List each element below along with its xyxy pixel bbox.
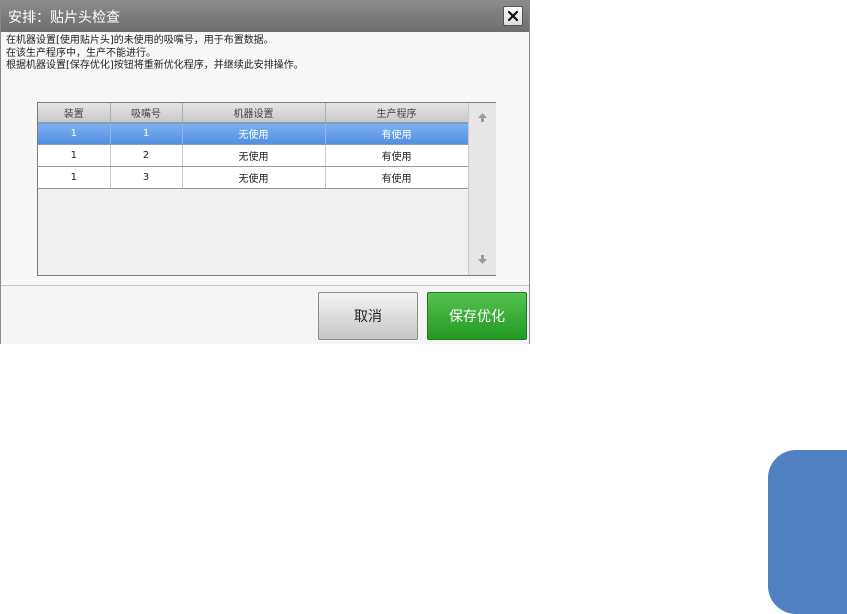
message-line: 在该生产程序中，生产不能进行。	[6, 47, 156, 59]
column-header-machine-setting[interactable]: 机器设置	[182, 103, 326, 123]
column-header-device[interactable]: 装置	[38, 103, 111, 123]
cell-nozzle-no: 3	[110, 166, 183, 189]
cell-device: 1	[38, 122, 111, 145]
message-line: 根据机器设置[保存优化]按钮将重新优化程序，并继续此安排操作。	[6, 60, 304, 71]
arrow-up-icon	[478, 112, 487, 122]
column-header-nozzle-no[interactable]: 吸嘴号	[110, 103, 183, 123]
table-row[interactable]: 1 2 无使用 有使用	[38, 144, 469, 167]
cell-device: 1	[38, 166, 111, 189]
scroll-up-button[interactable]	[469, 105, 496, 129]
dialog-footer: 取消 保存优化	[1, 285, 529, 344]
cell-production-program: 有使用	[325, 122, 469, 145]
cell-production-program: 有使用	[325, 166, 469, 189]
cell-nozzle-no: 2	[110, 144, 183, 167]
cell-nozzle-no: 1	[110, 122, 183, 145]
message-line: 在机器设置[使用贴片头]的未使用的吸嘴号，用于布置数据。	[6, 35, 274, 46]
cancel-button[interactable]: 取消	[318, 292, 418, 340]
cell-machine-setting: 无使用	[182, 166, 326, 189]
table-header-row: 装置 吸嘴号 机器设置 生产程序	[38, 103, 469, 123]
dialog-title: 安排：贴片头检查	[8, 10, 120, 26]
close-button[interactable]	[503, 6, 523, 26]
nozzle-table: 装置 吸嘴号 机器设置 生产程序 1 1 无使用 有使用 1 2 无使用 有使用	[38, 103, 469, 189]
table-row[interactable]: 1 1 无使用 有使用	[38, 122, 469, 145]
side-tab[interactable]	[768, 450, 847, 614]
arrow-down-icon	[478, 254, 487, 264]
column-header-production-program[interactable]: 生产程序	[325, 103, 469, 123]
save-optimize-button[interactable]: 保存优化	[427, 292, 527, 340]
table-scrollbar[interactable]	[468, 103, 496, 275]
cell-machine-setting: 无使用	[182, 122, 326, 145]
message-text: 在机器设置[使用贴片头]的未使用的吸嘴号，用于布置数据。 在该生产程序中，生产不…	[6, 35, 304, 73]
cell-production-program: 有使用	[325, 144, 469, 167]
title-bar: 安排：贴片头检查	[1, 1, 529, 32]
nozzle-table-frame: 装置 吸嘴号 机器设置 生产程序 1 1 无使用 有使用 1 2 无使用 有使用	[37, 102, 496, 276]
arrange-head-check-dialog: 安排：贴片头检查 在机器设置[使用贴片头]的未使用的吸嘴号，用于布置数据。 在该…	[0, 0, 530, 344]
close-icon	[508, 11, 518, 21]
cell-device: 1	[38, 144, 111, 167]
scroll-down-button[interactable]	[469, 247, 496, 271]
cell-machine-setting: 无使用	[182, 144, 326, 167]
table-row[interactable]: 1 3 无使用 有使用	[38, 166, 469, 189]
